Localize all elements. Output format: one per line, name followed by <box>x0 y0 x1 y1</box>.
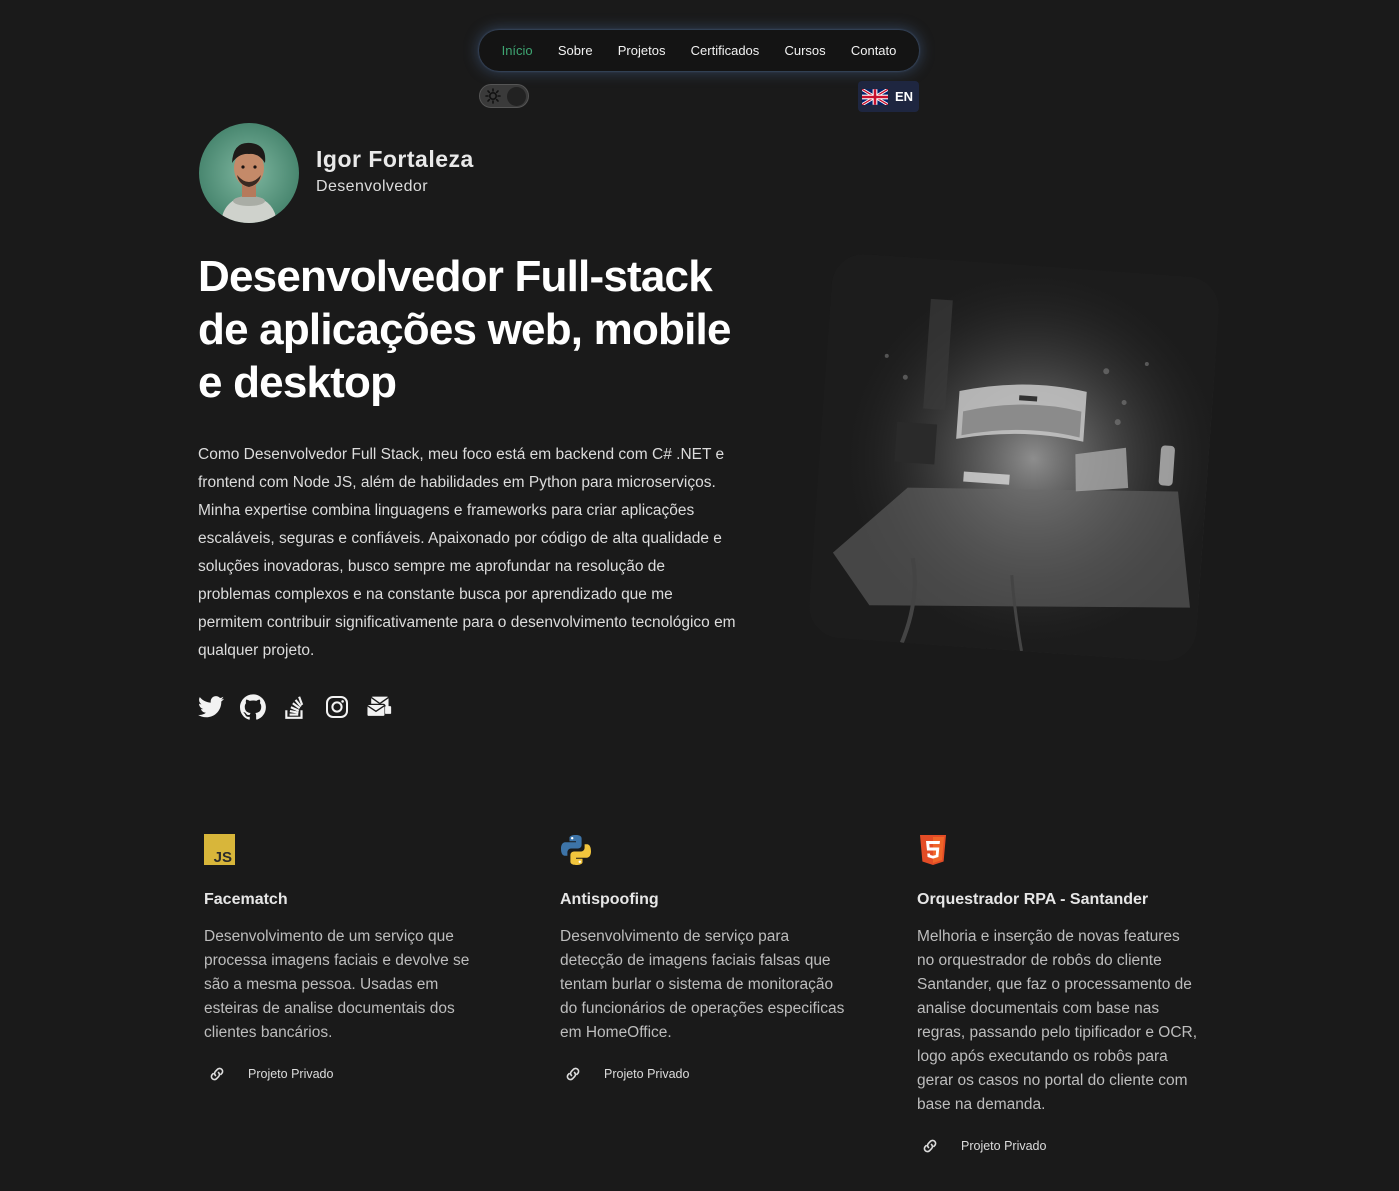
html5-icon <box>920 835 946 865</box>
project-card-facematch: JS Facematch Desenvolvimento de um servi… <box>204 834 494 1083</box>
main-nav: Início Sobre Projetos Certificados Curso… <box>479 30 919 71</box>
project-description: Melhoria e inserção de novas features no… <box>917 928 1198 1113</box>
svg-text:JS: JS <box>214 849 232 866</box>
nav-item-cursos[interactable]: Cursos <box>784 43 825 58</box>
instagram-icon[interactable] <box>324 694 350 720</box>
project-title: Orquestrador RPA - Santander <box>917 891 1149 908</box>
project-title: Antispoofing <box>560 891 659 908</box>
uk-flag-icon <box>862 88 888 105</box>
stackoverflow-icon[interactable] <box>282 694 308 720</box>
project-title: Facematch <box>204 891 288 908</box>
hero-bio: Como Desenvolvedor Full Stack, meu foco … <box>198 446 736 659</box>
mail-icon[interactable] <box>366 694 392 720</box>
theme-toggle[interactable] <box>479 84 529 108</box>
project-link[interactable]: Projeto Privado <box>917 1137 1197 1155</box>
nav-item-projetos[interactable]: Projetos <box>618 43 666 58</box>
sun-icon <box>485 88 501 104</box>
javascript-icon: JS <box>204 834 235 866</box>
nav-item-inicio[interactable]: Início <box>502 43 533 58</box>
twitter-icon[interactable] <box>198 694 224 720</box>
profile-name: Igor Fortaleza <box>316 146 474 172</box>
workspace-photo <box>807 251 1221 664</box>
project-description: Desenvolvimento de serviço para detecção… <box>560 928 845 1041</box>
project-card-antispoofing: Antispoofing Desenvolvimento de serviço … <box>560 834 850 1083</box>
project-description: Desenvolvimento de um serviço que proces… <box>204 928 470 1041</box>
python-icon <box>561 835 591 865</box>
project-link[interactable]: Projeto Privado <box>204 1065 494 1083</box>
language-switcher[interactable]: EN <box>858 81 919 112</box>
avatar <box>199 123 299 223</box>
project-link-label: Projeto Privado <box>961 1139 1047 1153</box>
link-icon <box>210 1067 224 1081</box>
nav-item-sobre[interactable]: Sobre <box>558 43 593 58</box>
language-code: EN <box>895 89 914 104</box>
project-card-orquestrador: Orquestrador RPA - Santander Melhoria e … <box>917 834 1197 1155</box>
link-icon <box>923 1139 937 1153</box>
link-icon <box>566 1067 580 1081</box>
project-link-label: Projeto Privado <box>604 1067 690 1081</box>
social-links <box>198 694 392 720</box>
github-icon[interactable] <box>240 694 266 720</box>
toggle-knob <box>507 87 526 106</box>
project-link-label: Projeto Privado <box>248 1067 334 1081</box>
project-link[interactable]: Projeto Privado <box>560 1065 850 1083</box>
hero-headline: Desenvolvedor Full-stack de aplicações w… <box>198 252 731 407</box>
profile-role: Desenvolvedor <box>316 178 428 195</box>
nav-item-certificados[interactable]: Certificados <box>691 43 760 58</box>
nav-item-contato[interactable]: Contato <box>851 43 897 58</box>
